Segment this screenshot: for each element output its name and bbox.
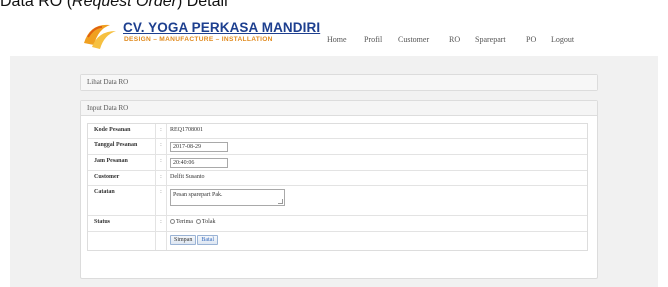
status-options: Terima Tolak bbox=[170, 216, 583, 231]
colon: : bbox=[156, 171, 167, 185]
brand-subtitle: DESIGN – MANUFACTURE – INSTALLATION bbox=[124, 36, 273, 43]
catatan-label: Catatan bbox=[88, 186, 156, 215]
input-data-ro-panel: Input Data RO Kode Pesanan : REQ1708001 … bbox=[80, 100, 598, 279]
site-header: CV. YOGA PERKASA MANDIRI DESIGN – MANUFA… bbox=[0, 15, 668, 53]
nav-po[interactable]: PO bbox=[526, 35, 536, 44]
lihat-data-ro-heading[interactable]: Lihat Data RO bbox=[81, 75, 597, 90]
empty-label-cell bbox=[88, 232, 156, 250]
tanggal-pesanan-cell: 2017-08-29 bbox=[170, 139, 583, 154]
nav-ro[interactable]: RO bbox=[449, 35, 460, 44]
catatan-textarea[interactable]: Pesan sparepart Pak. bbox=[170, 189, 285, 206]
figure-caption: Data RO (Request Order) Detail bbox=[0, 0, 668, 15]
status-label: Status bbox=[88, 216, 156, 231]
customer-label: Customer bbox=[88, 171, 156, 185]
ro-form-table: Kode Pesanan : REQ1708001 Tanggal Pesana… bbox=[87, 123, 588, 251]
tanggal-pesanan-input[interactable]: 2017-08-29 bbox=[170, 142, 228, 152]
caption-italic: Request Order bbox=[72, 0, 177, 10]
catatan-cell: Pesan sparepart Pak. bbox=[170, 186, 583, 215]
customer-value: Delfit Susanto bbox=[170, 174, 205, 180]
jam-pesanan-input[interactable]: 20:40:06 bbox=[170, 158, 228, 168]
catatan-text: Pesan sparepart Pak. bbox=[173, 192, 223, 198]
nav-profil[interactable]: Profil bbox=[364, 35, 382, 44]
tanggal-pesanan-label: Tanggal Pesanan bbox=[88, 139, 156, 154]
nav-sparepart[interactable]: Sparepart bbox=[475, 35, 506, 44]
jam-pesanan-cell: 20:40:06 bbox=[170, 155, 583, 170]
brand-title[interactable]: CV. YOGA PERKASA MANDIRI bbox=[123, 20, 320, 35]
colon: : bbox=[156, 155, 167, 170]
kode-pesanan-value: REQ1708001 bbox=[170, 127, 203, 133]
colon: : bbox=[156, 186, 167, 215]
terima-label[interactable]: Terima bbox=[176, 219, 193, 225]
caption-suffix: ) Detail bbox=[176, 0, 228, 10]
terima-radio[interactable] bbox=[170, 219, 175, 224]
content-area: Lihat Data RO Input Data RO Kode Pesanan… bbox=[10, 56, 658, 287]
input-data-ro-heading: Input Data RO bbox=[81, 101, 597, 116]
colon: : bbox=[156, 139, 167, 154]
table-row: Simpan Batal bbox=[88, 232, 587, 250]
nav-logout[interactable]: Logout bbox=[551, 35, 574, 44]
table-row: Tanggal Pesanan : 2017-08-29 bbox=[88, 139, 587, 155]
colon: : bbox=[156, 124, 167, 138]
tolak-label[interactable]: Tolak bbox=[202, 219, 216, 225]
colon: : bbox=[156, 216, 167, 231]
table-row: Status : Terima Tolak bbox=[88, 216, 587, 232]
nav-customer[interactable]: Customer bbox=[398, 35, 429, 44]
batal-button[interactable]: Batal bbox=[197, 235, 219, 245]
lihat-data-ro-panel[interactable]: Lihat Data RO bbox=[80, 74, 598, 91]
kode-pesanan-label: Kode Pesanan bbox=[88, 124, 156, 138]
resize-grip-icon[interactable] bbox=[278, 199, 283, 204]
table-row: Catatan : Pesan sparepart Pak. bbox=[88, 186, 587, 216]
table-row: Jam Pesanan : 20:40:06 bbox=[88, 155, 587, 171]
form-actions: Simpan Batal bbox=[170, 232, 583, 250]
caption-prefix: Data RO ( bbox=[0, 0, 73, 10]
table-row: Customer : Delfit Susanto bbox=[88, 171, 587, 186]
table-row: Kode Pesanan : REQ1708001 bbox=[88, 124, 587, 139]
empty-colon-cell bbox=[156, 232, 167, 250]
nav-home[interactable]: Home bbox=[327, 35, 347, 44]
tolak-radio[interactable] bbox=[195, 219, 201, 224]
simpan-button[interactable]: Simpan bbox=[170, 235, 197, 245]
jam-pesanan-label: Jam Pesanan bbox=[88, 155, 156, 170]
logo-icon bbox=[84, 24, 116, 49]
